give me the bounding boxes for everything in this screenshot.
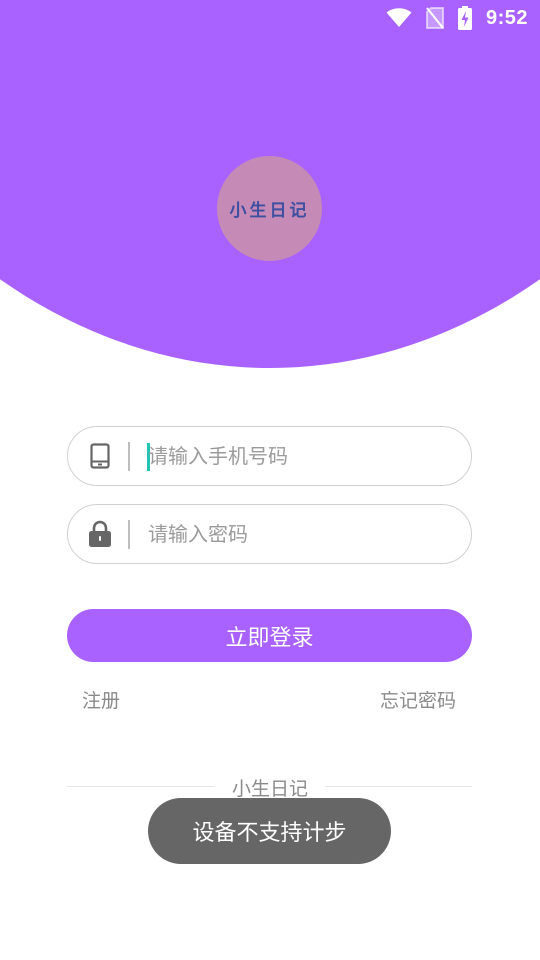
logo-text: 小生日记 (229, 201, 310, 221)
login-button[interactable]: 立即登录 (67, 609, 472, 662)
status-time: 9:52 (485, 6, 528, 29)
status-bar: 9:52 (0, 0, 540, 36)
phone-input[interactable] (148, 427, 448, 485)
phone-field[interactable] (67, 426, 472, 486)
footer-text: 小生日记 (231, 778, 308, 800)
register-link[interactable]: 注册 (82, 686, 120, 713)
field-divider (128, 520, 130, 549)
lock-icon (88, 519, 112, 549)
password-input[interactable] (148, 505, 448, 563)
phone-icon (88, 441, 112, 471)
footer-divider-right (325, 786, 472, 787)
footer-divider-left (67, 786, 215, 787)
password-field[interactable] (67, 504, 472, 564)
toast-message: 设备不支持计步 (148, 798, 391, 864)
no-sim-icon (425, 7, 444, 29)
login-screen: 9:52 小生日记 立即登录 注册 忘记密码 小生日记 (0, 0, 540, 960)
forgot-password-link[interactable]: 忘记密码 (380, 686, 456, 713)
wifi-icon (386, 8, 412, 28)
field-divider (128, 442, 130, 471)
app-logo: 小生日记 (217, 156, 322, 261)
battery-charging-icon (457, 6, 472, 30)
